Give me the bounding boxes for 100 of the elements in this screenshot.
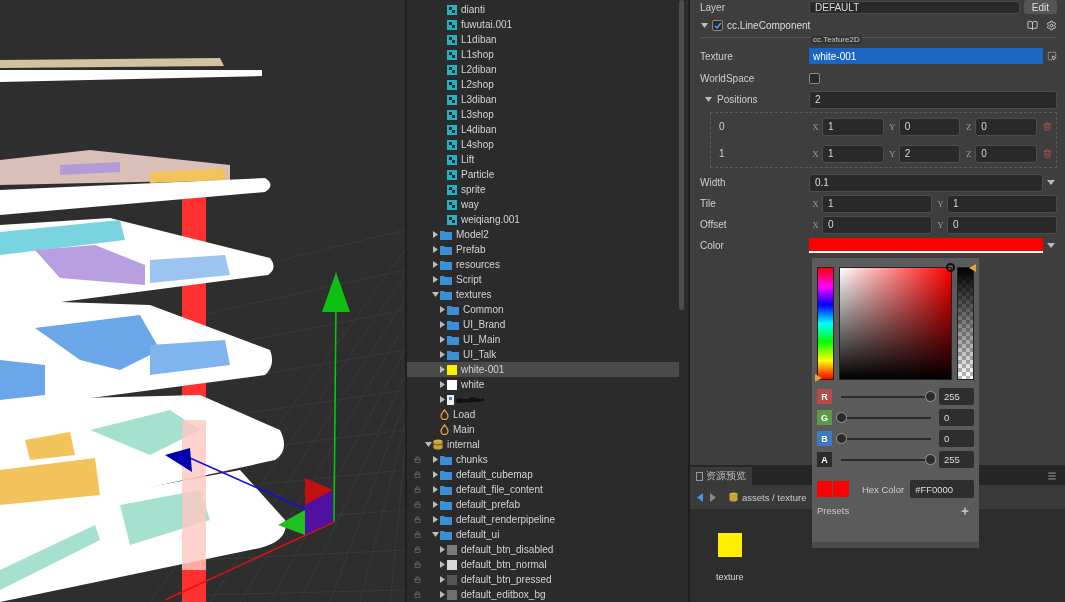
number-field[interactable]: 1 xyxy=(822,194,932,213)
collapse-arrow-icon[interactable] xyxy=(438,561,446,568)
collapse-arrow-icon[interactable] xyxy=(431,231,439,238)
expand-arrow-icon[interactable] xyxy=(431,531,439,538)
pick-icon[interactable] xyxy=(1047,51,1057,61)
slider-thumb[interactable] xyxy=(925,454,936,465)
asset-tree-row[interactable]: weiqiang.001 xyxy=(407,212,679,227)
breadcrumb-path[interactable]: assets / texture xyxy=(742,491,807,503)
hue-bar[interactable] xyxy=(817,267,834,380)
collapse-arrow-icon[interactable] xyxy=(438,306,446,313)
asset-tree-row[interactable]: L1diban xyxy=(407,32,679,47)
expand-arrow-icon[interactable] xyxy=(431,291,439,298)
asset-tree-row[interactable]: Main xyxy=(407,422,679,437)
checkbox[interactable] xyxy=(809,73,820,84)
asset-tree-row[interactable]: default_btn_pressed xyxy=(407,572,679,587)
asset-tree-row[interactable]: L3shop xyxy=(407,107,679,122)
number-field[interactable]: 1 xyxy=(822,117,884,136)
asset-tree-row[interactable]: L3diban xyxy=(407,92,679,107)
collapse-arrow-icon[interactable] xyxy=(431,501,439,508)
asset-tree-row[interactable]: L1shop xyxy=(407,47,679,62)
expand-arrow-icon[interactable] xyxy=(700,22,708,29)
asset-tree-row[interactable]: resources xyxy=(407,257,679,272)
number-field[interactable]: 0 xyxy=(939,430,974,447)
asset-tree-row[interactable]: Particle xyxy=(407,167,679,182)
number-field[interactable]: 255 xyxy=(939,388,974,405)
component-checkbox[interactable] xyxy=(712,20,723,31)
asset-tree-row[interactable]: UI_Brand xyxy=(407,317,679,332)
expand-arrow-icon[interactable] xyxy=(705,96,712,103)
collapse-arrow-icon[interactable] xyxy=(438,336,446,343)
number-field[interactable]: 0 xyxy=(947,215,1057,234)
collapse-arrow-icon[interactable] xyxy=(431,261,439,268)
asset-tree-row[interactable]: chunks xyxy=(407,452,679,467)
asset-tree-row[interactable]: L2shop xyxy=(407,77,679,92)
number-field[interactable]: 0 xyxy=(898,117,961,136)
collapse-arrow-icon[interactable] xyxy=(438,351,446,358)
count-field[interactable]: 2 xyxy=(809,90,1057,109)
slider-thumb[interactable] xyxy=(925,391,936,402)
panel-tab[interactable]: 资源预览 xyxy=(690,467,752,485)
collapse-arrow-icon[interactable] xyxy=(438,321,446,328)
number-field[interactable]: 255 xyxy=(939,451,974,468)
asset-tree-row[interactable]: Prefab xyxy=(407,242,679,257)
slider-thumb[interactable] xyxy=(836,433,847,444)
collapse-arrow-icon[interactable] xyxy=(431,516,439,523)
layer-dropdown[interactable]: DEFAULT xyxy=(809,0,1020,14)
settings-icon[interactable] xyxy=(1046,20,1057,31)
number-field[interactable]: 0 xyxy=(822,215,932,234)
number-field[interactable]: 2 xyxy=(898,144,961,163)
asset-tree-row[interactable]: white-001 xyxy=(407,362,679,377)
asset-tree-row[interactable]: internal xyxy=(407,437,679,452)
collapse-arrow-icon[interactable] xyxy=(438,591,446,598)
number-field[interactable]: 1 xyxy=(822,144,884,163)
collapse-arrow-icon[interactable] xyxy=(438,381,446,388)
hex-field[interactable]: #FF0000 xyxy=(910,480,974,498)
edit-button[interactable]: Edit xyxy=(1023,0,1057,14)
asset-tree-row[interactable]: Script xyxy=(407,272,679,287)
asset-tree-row[interactable]: UI_Talk xyxy=(407,347,679,362)
asset-tree-row[interactable]: textures xyxy=(407,287,679,302)
asset-tree-row[interactable]: L2diban xyxy=(407,62,679,77)
asset-tree-row[interactable]: Load xyxy=(407,407,679,422)
asset-tree-row[interactable]: Model2 xyxy=(407,227,679,242)
hue-marker[interactable] xyxy=(815,374,822,382)
asset-tree-row[interactable]: UI_Main xyxy=(407,332,679,347)
collapse-arrow-icon[interactable] xyxy=(431,246,439,253)
add-icon[interactable] xyxy=(960,505,970,516)
asset-tree-row[interactable]: dianti xyxy=(407,2,679,17)
asset-tree-row[interactable]: default_btn_disabled xyxy=(407,542,679,557)
asset-tree-row[interactable]: default_ui xyxy=(407,527,679,542)
collapse-arrow-icon[interactable] xyxy=(438,366,446,373)
back-arrow-icon[interactable] xyxy=(697,492,703,502)
texture-thumbnail[interactable] xyxy=(717,533,742,557)
collapse-arrow-icon[interactable] xyxy=(438,396,446,403)
asset-tree-row[interactable]: default_btn_normal xyxy=(407,557,679,572)
menu-icon[interactable] xyxy=(1047,471,1057,481)
expand-arrow-icon[interactable] xyxy=(424,441,432,448)
number-field[interactable]: 0 xyxy=(939,409,974,426)
asset-tree-row[interactable]: fuwutai.001 xyxy=(407,17,679,32)
asset-tree-row[interactable]: default_cubemap xyxy=(407,467,679,482)
forward-arrow-icon[interactable] xyxy=(710,492,716,502)
caret-icon[interactable] xyxy=(1047,243,1055,248)
collapse-arrow-icon[interactable] xyxy=(431,276,439,283)
slider-thumb[interactable] xyxy=(836,412,847,423)
asset-tree-row[interactable]: Common xyxy=(407,302,679,317)
asset-tree-row[interactable]: way xyxy=(407,197,679,212)
asset-tree-row[interactable]: default_editbox_bg xyxy=(407,587,679,602)
number-field[interactable]: 0 xyxy=(975,144,1037,163)
asset-tree-row[interactable]: white xyxy=(407,377,679,392)
scrollbar[interactable] xyxy=(679,0,684,310)
book-icon[interactable] xyxy=(1027,20,1038,31)
alpha-marker[interactable] xyxy=(969,264,976,272)
collapse-arrow-icon[interactable] xyxy=(431,471,439,478)
collapse-arrow-icon[interactable] xyxy=(431,486,439,493)
number-field[interactable]: 0.1 xyxy=(809,173,1043,192)
asset-tree-row[interactable]: sprite xyxy=(407,182,679,197)
collapse-arrow-icon[interactable] xyxy=(431,456,439,463)
number-field[interactable]: 0 xyxy=(975,117,1037,136)
asset-tree-row[interactable]: L4diban xyxy=(407,122,679,137)
alpha-bar[interactable] xyxy=(957,267,974,380)
asset-tree-row[interactable]: default_file_content xyxy=(407,482,679,497)
collapse-arrow-icon[interactable] xyxy=(438,576,446,583)
caret-icon[interactable] xyxy=(1047,180,1055,185)
